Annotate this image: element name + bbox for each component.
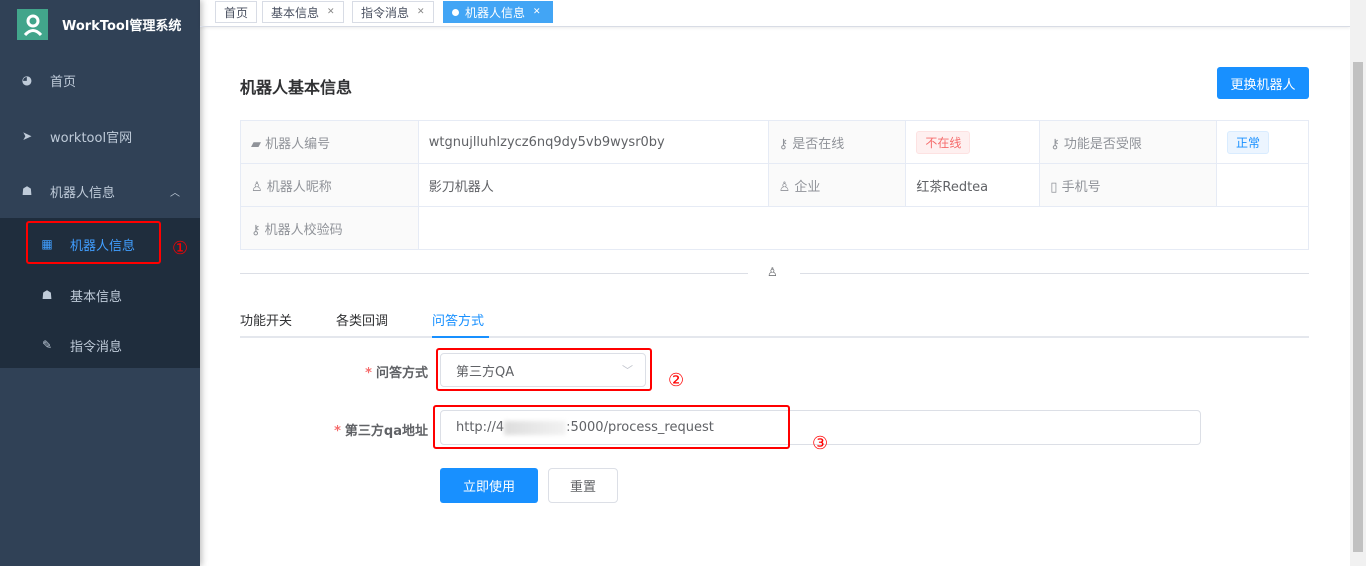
annotation-box <box>433 405 790 449</box>
scrollbar-thumb[interactable] <box>1353 62 1363 552</box>
phone-icon: ▯ <box>1050 179 1062 195</box>
verify-value <box>417 206 1310 250</box>
label-text: 手机号 <box>1061 179 1101 195</box>
qa-mode-label: * 问答方式 <box>365 366 428 381</box>
tab-qa-mode[interactable]: 问答方式 <box>432 310 484 329</box>
sidebar-item-website[interactable]: ➤ worktool官网 <box>0 108 200 164</box>
robot-icon: ☗ <box>41 288 53 302</box>
phone-label: ▯ 手机号 <box>1039 163 1218 207</box>
label-text: 问答方式 <box>375 366 428 381</box>
tab-label: 指令消息 <box>361 5 410 20</box>
scrollbar[interactable] <box>1350 0 1366 566</box>
label-text: 机器人编号 <box>265 136 331 152</box>
robot-id-label: ▰ 机器人编号 <box>240 120 419 164</box>
chevron-up-icon: ︿ <box>170 187 180 199</box>
online-label: ⚷ 是否在线 <box>767 120 907 164</box>
tab-label: 首页 <box>224 5 249 20</box>
robot-icon: ☗ <box>21 184 33 198</box>
change-robot-button[interactable]: 更换机器人 <box>1217 67 1309 99</box>
nickname-label: ♙ 机器人昵称 <box>240 163 419 207</box>
sidebar-item-label: worktool官网 <box>50 130 133 146</box>
close-icon[interactable]: ✕ <box>533 7 541 17</box>
label-text: 企业 <box>794 179 821 195</box>
apply-button[interactable]: 立即使用 <box>440 468 538 503</box>
sidebar-item-label: 指令消息 <box>70 339 123 355</box>
key-icon: ⚷ <box>1050 136 1064 152</box>
label-text: 第三方qa地址 <box>344 424 428 439</box>
logo-icon <box>17 9 48 40</box>
tab-function-switch[interactable]: 功能开关 <box>240 310 292 329</box>
ticket-icon: ▰ <box>251 136 266 152</box>
close-icon[interactable]: ✕ <box>327 7 335 17</box>
page-title: 机器人基本信息 <box>240 78 353 97</box>
edit-icon: ✎ <box>41 338 53 352</box>
sidebar-item-home[interactable]: ◕ 首页 <box>0 52 200 108</box>
annotation-box <box>436 348 652 391</box>
tab-label: 机器人信息 <box>465 5 526 20</box>
annotation-box <box>26 221 161 264</box>
sidebar-item-basic-info[interactable]: ☗ 基本信息 <box>0 270 200 320</box>
label-text: 机器人校验码 <box>264 222 343 238</box>
annotation-number: ② <box>668 370 685 391</box>
verify-label: ⚷ 机器人校验码 <box>240 206 419 250</box>
label-text: 机器人昵称 <box>266 179 332 195</box>
phone-value <box>1216 163 1309 207</box>
app-title: WorkTool管理系统 <box>62 19 182 34</box>
user-icon: ♙ <box>767 265 778 279</box>
label-text: 功能是否受限 <box>1063 136 1142 152</box>
online-status-badge: 不在线 <box>916 130 971 154</box>
qa-url-label: * 第三方qa地址 <box>334 424 428 439</box>
annotation-number: ③ <box>812 433 829 454</box>
tab-home[interactable]: 首页 <box>215 1 258 23</box>
key-icon: ⚷ <box>778 136 793 152</box>
sidebar-item-label: 机器人信息 <box>50 185 116 201</box>
tags-view: 首页 基本信息 ✕ 指令消息 ✕ 机器人信息 ✕ <box>200 0 1350 27</box>
tab-label: 基本信息 <box>271 5 320 20</box>
tab-callbacks[interactable]: 各类回调 <box>336 310 388 329</box>
active-dot-icon <box>452 8 459 16</box>
robot-id-value: wtgnujlluhlzycz6nq9dy5vb9wysr0by <box>417 120 769 164</box>
company-label: ♙ 企业 <box>767 163 907 207</box>
user-icon: ♙ <box>251 179 267 195</box>
limited-label: ⚷ 功能是否受限 <box>1039 120 1218 164</box>
sidebar-item-label: 基本信息 <box>70 289 123 305</box>
sidebar-item-robot[interactable]: ☗ 机器人信息 ︿ <box>0 163 200 219</box>
robot-info-table: ▰ 机器人编号 wtgnujlluhlzycz6nq9dy5vb9wysr0by… <box>240 120 1310 250</box>
tab-robot-info[interactable]: 机器人信息 ✕ <box>443 1 553 23</box>
reset-button[interactable]: 重置 <box>548 468 618 503</box>
annotation-number: ① <box>172 238 189 259</box>
divider <box>240 273 748 274</box>
sidebar: WorkTool管理系统 ◕ 首页 ➤ worktool官网 ☗ 机器人信息 ︿ ▦ 机器… <box>0 0 200 566</box>
close-icon[interactable]: ✕ <box>417 7 425 17</box>
tabs-underline <box>240 336 1309 338</box>
label-text: 是否在线 <box>792 136 845 152</box>
nickname-value: 影刀机器人 <box>417 163 769 207</box>
tab-basic-info[interactable]: 基本信息 ✕ <box>262 1 344 23</box>
divider <box>800 273 1309 274</box>
send-icon: ➤ <box>21 129 33 143</box>
limited-status-badge: 正常 <box>1227 130 1270 154</box>
user-icon: ♙ <box>778 179 795 195</box>
sidebar-item-commands[interactable]: ✎ 指令消息 <box>0 320 200 370</box>
dashboard-icon: ◕ <box>21 73 33 87</box>
active-tab-indicator <box>432 336 489 338</box>
sidebar-item-label: 首页 <box>50 74 77 90</box>
company-value: 红茶Redtea <box>905 163 1041 207</box>
key-icon: ⚷ <box>251 222 265 238</box>
tab-commands[interactable]: 指令消息 ✕ <box>352 1 434 23</box>
